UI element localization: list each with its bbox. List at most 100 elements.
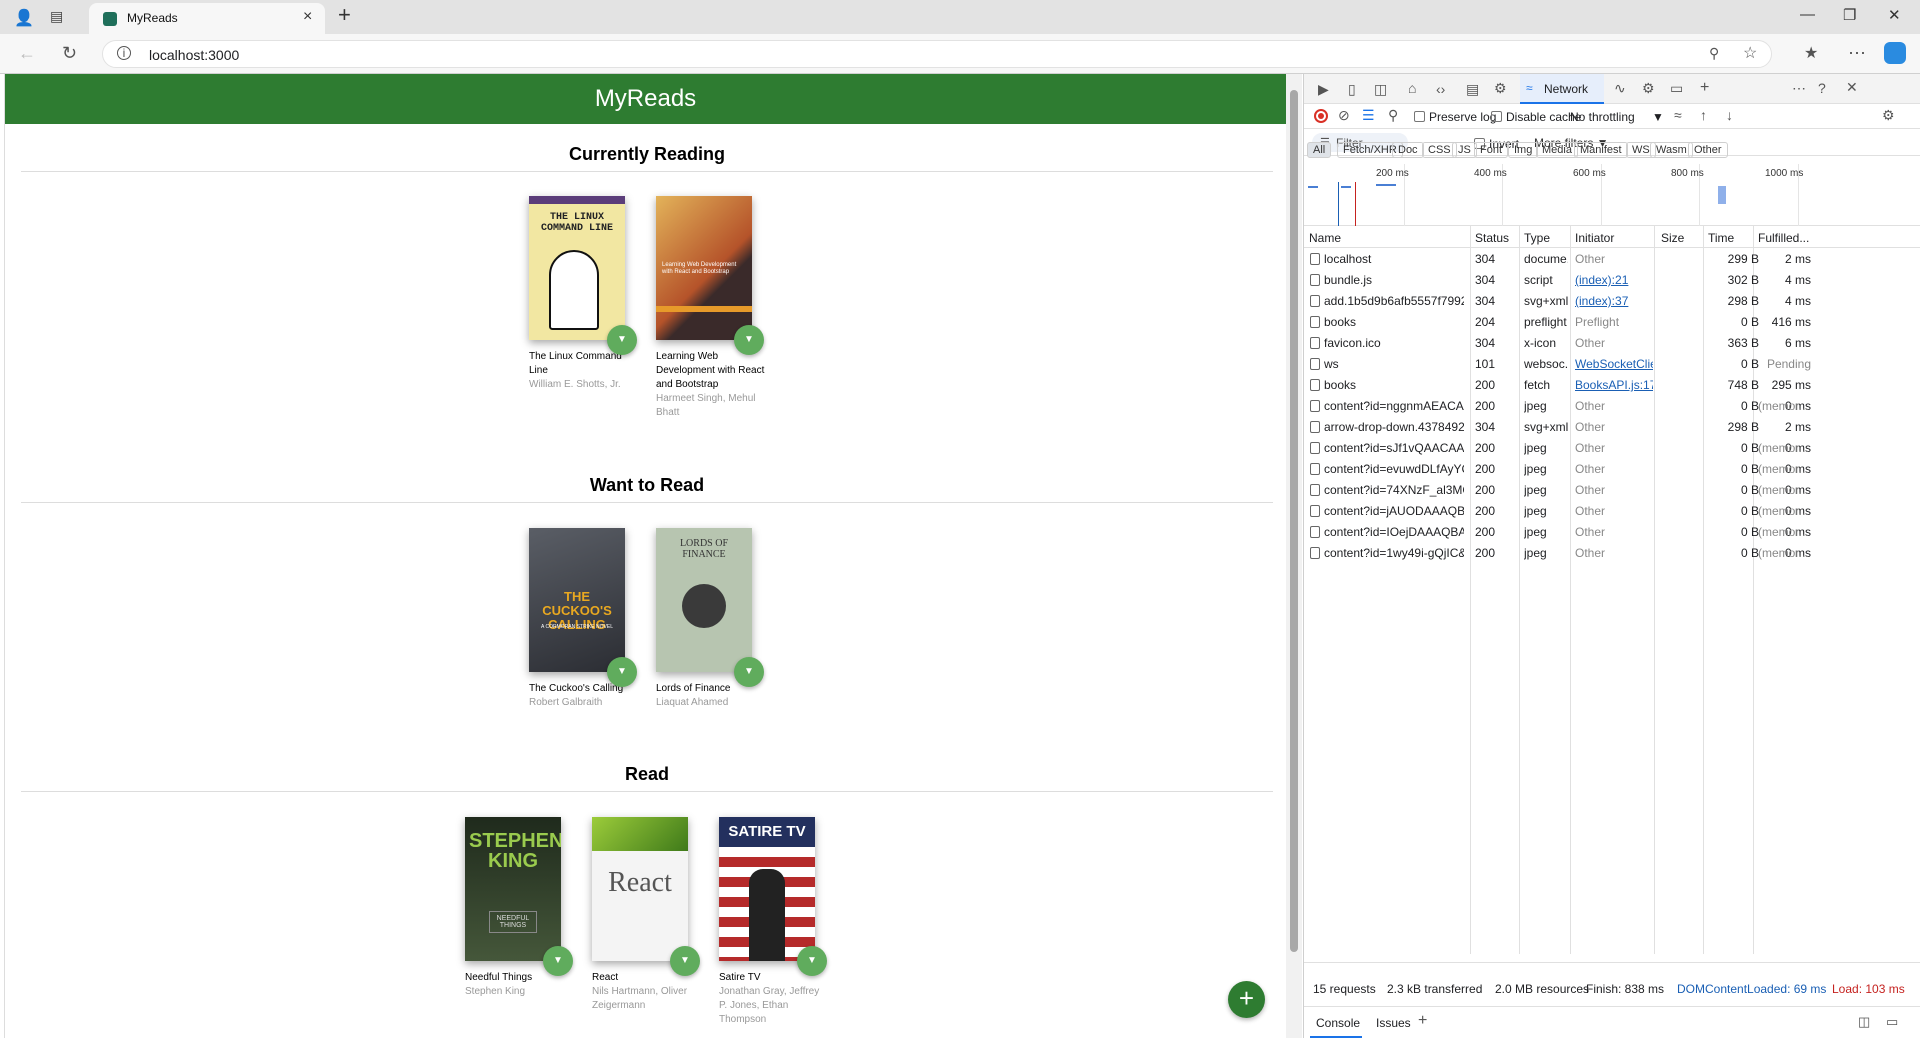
filter-toggle-icon[interactable]: ☰ (1362, 107, 1375, 124)
drawer-dock-icon[interactable]: ◫ (1858, 1014, 1870, 1030)
performance-icon[interactable]: ∿ (1614, 80, 1626, 97)
favorites-icon[interactable]: ★ (1804, 43, 1818, 63)
column-type[interactable]: Type (1524, 231, 1550, 245)
throttling-select[interactable]: No throttling ▼ (1570, 110, 1664, 124)
more-tools-icon[interactable]: + (1700, 79, 1709, 97)
request-initiator[interactable]: BooksAPI.js:17 (1575, 378, 1653, 392)
drawer-close-icon[interactable]: ▭ (1886, 1014, 1898, 1030)
request-row[interactable]: ws 101 websoc... WebSocketClient.j 0 B Pendin… (1304, 353, 1920, 374)
help-icon[interactable]: ? (1818, 80, 1826, 96)
clear-icon[interactable]: ⊘ (1338, 107, 1350, 124)
preserve-log-checkbox[interactable]: Preserve log (1414, 110, 1496, 124)
back-icon[interactable]: ← (18, 43, 36, 64)
request-row[interactable]: content?id=IOejDAAAQBAJ&pr... 200 jpeg Othe… (1304, 521, 1920, 542)
request-initiator[interactable]: (index):37 (1575, 294, 1653, 308)
type-filter-media[interactable]: Media (1536, 142, 1578, 158)
device-toolbar-icon[interactable]: ▯ (1348, 81, 1356, 98)
request-row[interactable]: bundle.js 304 script (index):21 302 B 4 ms (1304, 269, 1920, 290)
request-row[interactable]: arrow-drop-down.4378492a3a0... 304 svg+xml… (1304, 416, 1920, 437)
drawer-add-icon[interactable]: + (1418, 1012, 1427, 1030)
book-cover[interactable]: Learning Web Development with React and … (656, 196, 752, 340)
minimize-icon[interactable]: — (1800, 6, 1815, 23)
type-filter-all[interactable]: All (1307, 142, 1332, 158)
shelf-changer-button[interactable]: ▼ (734, 325, 764, 355)
request-row[interactable]: content?id=1wy49i-gQjIC&prin... 200 jpeg Ot… (1304, 542, 1920, 563)
close-devtools-icon[interactable]: ✕ (1846, 79, 1858, 96)
export-har-icon[interactable]: ↓ (1726, 107, 1733, 123)
request-row[interactable]: add.1b5d9b6afb5557f7992c.svg 304 svg+xml (i… (1304, 290, 1920, 311)
tab-close-icon[interactable]: × (303, 8, 312, 26)
browser-tab[interactable]: MyReads × (89, 3, 325, 34)
book-cover[interactable]: STEPHEN KING NEEDFUL THINGS (465, 817, 561, 961)
network-conditions-icon[interactable]: ≈ (1674, 107, 1682, 123)
sources-icon[interactable]: ⚙ (1494, 80, 1507, 97)
add-book-button[interactable]: + (1228, 981, 1265, 1018)
network-settings-icon[interactable]: ⚙ (1882, 107, 1895, 124)
request-row[interactable]: content?id=sJf1vQAACAAJ&pri... 200 jpeg Oth… (1304, 437, 1920, 458)
application-icon[interactable]: ▭ (1670, 80, 1683, 97)
type-filter-img[interactable]: Img (1508, 142, 1539, 158)
tab-network[interactable]: ≈ Network (1520, 74, 1604, 104)
restore-icon[interactable]: ❐ (1843, 6, 1856, 24)
new-tab-icon[interactable]: + (338, 2, 351, 28)
site-info-icon[interactable]: i (117, 46, 131, 60)
request-row[interactable]: content?id=nggnmAEACAAJ&... 200 jpeg Other 0… (1304, 395, 1920, 416)
menu-dots-icon[interactable]: ⋯ (1848, 43, 1866, 64)
book-cover[interactable]: LORDS OF FINANCE (656, 528, 752, 672)
column-fulfilled[interactable]: Fulfilled... (1758, 231, 1809, 245)
import-har-icon[interactable]: ↑ (1700, 107, 1707, 123)
request-row[interactable]: content?id=jAUODAAAQBAJ&... 200 jpeg Other 0… (1304, 500, 1920, 521)
request-row[interactable]: favicon.ico 304 x-icon Other 363 B 6 ms (1304, 332, 1920, 353)
zoom-icon[interactable]: ⚲ (1709, 45, 1719, 62)
url-text[interactable]: localhost:3000 (149, 47, 239, 63)
book-cover[interactable]: THE CUCKOO'S CALLING A CORMORAN STRIKE N… (529, 528, 625, 672)
request-initiator[interactable]: (index):21 (1575, 273, 1653, 287)
scrollbar-thumb[interactable] (1290, 90, 1298, 952)
settings-panel-icon[interactable]: ⚙ (1642, 80, 1655, 97)
shelf-changer-button[interactable]: ▼ (734, 657, 764, 687)
search-icon[interactable]: ⚲ (1388, 107, 1398, 124)
request-initiator[interactable]: WebSocketClient.j (1575, 357, 1653, 371)
inspect-icon[interactable]: ▶ (1318, 81, 1329, 98)
type-filter-other[interactable]: Other (1688, 142, 1728, 158)
column-status[interactable]: Status (1475, 231, 1509, 245)
shelf-changer-button[interactable]: ▼ (543, 946, 573, 976)
type-filter-wasm[interactable]: Wasm (1650, 142, 1693, 158)
welcome-icon[interactable]: ⌂ (1408, 80, 1416, 96)
column-time[interactable]: Time (1708, 231, 1734, 245)
disable-cache-checkbox[interactable]: Disable cache (1491, 110, 1581, 124)
dock-icon[interactable]: ◫ (1374, 81, 1387, 98)
book-cover[interactable]: React (592, 817, 688, 961)
console-icon[interactable]: ▤ (1466, 81, 1479, 98)
type-filter-font[interactable]: Font (1474, 142, 1509, 158)
type-filter-manifest[interactable]: Manifest (1574, 142, 1628, 158)
request-row[interactable]: localhost 304 docume... Other 299 B 2 ms (1304, 248, 1920, 269)
address-bar[interactable]: i localhost:3000 ⚲ ☆ (102, 40, 1772, 68)
column-size[interactable]: Size (1661, 231, 1684, 245)
drawer-tab-issues[interactable]: Issues (1376, 1016, 1411, 1030)
book-cover[interactable]: THE LINUX COMMAND LINE (529, 196, 625, 340)
drawer-tab-console[interactable]: Console (1310, 1007, 1362, 1038)
request-row[interactable]: content?id=74XNzF_al3MC&pri... 200 jpeg Oth… (1304, 479, 1920, 500)
shelf-changer-button[interactable]: ▼ (797, 946, 827, 976)
book-cover[interactable]: SATIRE TV (719, 817, 815, 961)
shelf-changer-button[interactable]: ▼ (670, 946, 700, 976)
page-scrollbar[interactable] (1286, 74, 1302, 1038)
favorite-star-icon[interactable]: ☆ (1743, 43, 1757, 63)
request-row[interactable]: content?id=evuwdDLfAyYC&pri... 200 jpeg Oth… (1304, 458, 1920, 479)
request-row[interactable]: books 200 fetch BooksAPI.js:17 748 B 295 ms (1304, 374, 1920, 395)
reload-icon[interactable]: ↻ (62, 43, 77, 64)
record-icon[interactable] (1314, 109, 1328, 123)
column-name[interactable]: Name (1309, 231, 1341, 245)
copilot-icon[interactable] (1884, 42, 1906, 64)
column-initiator[interactable]: Initiator (1575, 231, 1614, 245)
customize-icon[interactable]: ⋯ (1792, 80, 1806, 97)
profile-icon[interactable]: 👤 (14, 8, 34, 28)
type-filter-doc[interactable]: Doc (1392, 142, 1424, 158)
shelf-changer-button[interactable]: ▼ (607, 325, 637, 355)
shelf-changer-button[interactable]: ▼ (607, 657, 637, 687)
tab-actions-icon[interactable]: ▤ (50, 8, 63, 25)
elements-icon[interactable]: ‹› (1436, 81, 1445, 97)
request-row[interactable]: books 204 preflight Preflight 0 B 416 ms (1304, 311, 1920, 332)
close-window-icon[interactable]: ✕ (1888, 6, 1901, 24)
